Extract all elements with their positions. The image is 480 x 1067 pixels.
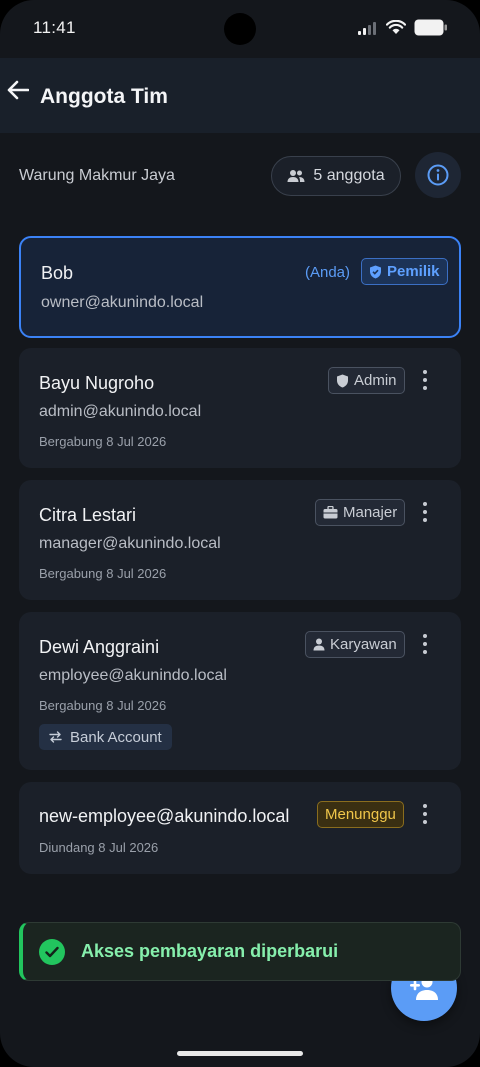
- status-time: 11:41: [33, 18, 76, 37]
- toast-message: Akses pembayaran diperbarui: [81, 941, 339, 961]
- member-card-owner[interactable]: Bob owner@akunindo.local (Anda) Pemilik: [19, 236, 461, 338]
- role-badge-label: Admin: [354, 372, 397, 389]
- briefcase-icon: [323, 506, 338, 519]
- payment-access-label: Bank Account: [70, 728, 162, 746]
- info-icon: [427, 164, 449, 186]
- camera-cutout: [224, 13, 256, 45]
- member-joined-date: Bergabung 8 Jul 2026: [39, 698, 167, 713]
- status-badge-pending: Menunggu: [317, 801, 404, 828]
- users-icon: [287, 170, 305, 182]
- role-badge-label: Karyawan: [330, 636, 397, 653]
- more-vertical-icon[interactable]: [415, 499, 435, 525]
- app-bar: Anggota Tim: [0, 58, 480, 133]
- member-count-chip[interactable]: 5 anggota: [271, 156, 401, 196]
- success-toast: Akses pembayaran diperbarui: [19, 922, 461, 981]
- payment-access-chip[interactable]: Bank Account: [39, 724, 172, 750]
- more-vertical-icon[interactable]: [415, 367, 435, 393]
- member-name: Bayu Nugroho: [39, 373, 155, 393]
- member-name: Citra Lestari: [39, 505, 137, 525]
- member-name: Dewi Anggraini: [39, 637, 160, 657]
- status-icons: [358, 19, 448, 36]
- signal-icon: [358, 21, 376, 35]
- wifi-icon: [386, 20, 406, 34]
- phone-screen: 11:41 Anggota Tim Warung Makmur Jaya 5 a…: [0, 0, 480, 1067]
- member-card-pending[interactable]: new-employee@akunindo.local Diundang 8 J…: [19, 782, 461, 874]
- member-name: new-employee@akunindo.local: [39, 806, 290, 826]
- member-count-label: 5 anggota: [313, 167, 385, 184]
- member-email: employee@akunindo.local: [39, 667, 227, 684]
- member-email: manager@akunindo.local: [39, 535, 221, 552]
- back-arrow-icon: [7, 80, 29, 100]
- member-email: admin@akunindo.local: [39, 403, 202, 420]
- member-invited-date: Diundang 8 Jul 2026: [39, 840, 159, 855]
- battery-icon: [414, 19, 447, 36]
- you-label: (Anda): [305, 264, 351, 281]
- member-card-manager[interactable]: Citra Lestari manager@akunindo.local Ber…: [19, 480, 461, 600]
- member-name: Bob: [41, 263, 74, 283]
- home-indicator[interactable]: [177, 1051, 303, 1056]
- role-badge-employee: Karyawan: [305, 631, 405, 658]
- role-badge-manager: Manajer: [315, 499, 406, 526]
- check-circle-icon: [39, 938, 65, 965]
- member-card-employee[interactable]: Dewi Anggraini employee@akunindo.local B…: [19, 612, 461, 770]
- more-vertical-icon[interactable]: [415, 801, 435, 827]
- person-icon: [313, 638, 325, 651]
- member-joined-date: Bergabung 8 Jul 2026: [39, 434, 167, 449]
- page-title: Anggota Tim: [40, 85, 168, 108]
- status-bar: 11:41: [0, 0, 480, 58]
- role-badge-admin: Admin: [328, 367, 405, 394]
- back-button[interactable]: [6, 78, 30, 102]
- member-joined-date: Bergabung 8 Jul 2026: [39, 566, 167, 581]
- role-badge-owner: Pemilik: [361, 258, 448, 285]
- status-badge-label: Menunggu: [325, 806, 396, 823]
- member-email: owner@akunindo.local: [41, 294, 204, 311]
- shield-icon: [370, 265, 381, 278]
- more-vertical-icon[interactable]: [415, 631, 435, 657]
- transfer-icon: [49, 731, 62, 743]
- member-card-admin[interactable]: Bayu Nugroho admin@akunindo.local Bergab…: [19, 348, 461, 468]
- store-name: Warung Makmur Jaya: [19, 167, 175, 184]
- role-badge-label: Manajer: [343, 504, 398, 521]
- info-button[interactable]: [415, 152, 461, 198]
- shield-icon: [337, 374, 348, 387]
- role-badge-label: Pemilik: [387, 263, 440, 280]
